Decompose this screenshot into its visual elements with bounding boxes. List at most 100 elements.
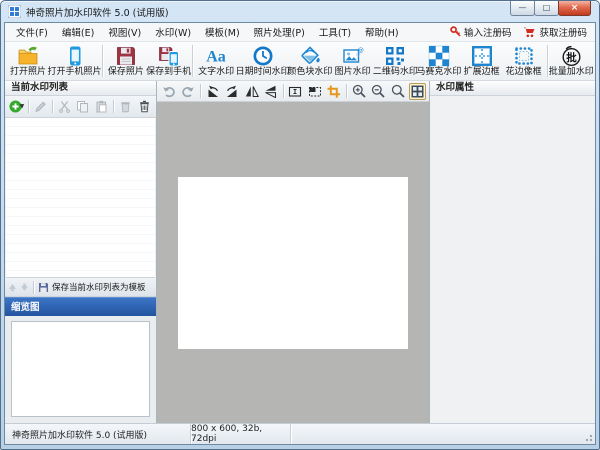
menu-file[interactable]: 文件(F) xyxy=(9,23,55,41)
pencil-icon xyxy=(35,101,46,113)
canvas-size-button[interactable] xyxy=(306,83,323,100)
delete-button[interactable] xyxy=(117,98,134,115)
menu-help[interactable]: 帮助(H) xyxy=(358,23,406,41)
rotate-right-icon xyxy=(227,85,237,97)
flip-vertical-button[interactable] xyxy=(262,83,279,100)
trash-icon xyxy=(140,100,149,113)
watermark-list[interactable] xyxy=(6,118,155,278)
resize-button[interactable] xyxy=(287,83,304,100)
toolbar-separator xyxy=(33,280,34,294)
register-links: 输入注册码 获取注册码 xyxy=(450,25,591,39)
image-watermark-button[interactable]: @ @ 图片水印 xyxy=(332,43,374,79)
text-watermark-button[interactable]: Aa 文字水印 xyxy=(195,43,237,79)
toolbar-separator xyxy=(102,45,103,77)
menu-watermark[interactable]: 水印(W) xyxy=(148,23,198,41)
add-watermark-button[interactable]: ▼ xyxy=(8,98,25,115)
zoom-in-button[interactable] xyxy=(350,83,367,100)
open-phone-photo-button[interactable]: 打开手机照片 xyxy=(47,43,102,79)
menu-photo-process[interactable]: 照片处理(P) xyxy=(247,23,312,41)
toolbar-separator xyxy=(192,45,194,77)
edit-watermark-button[interactable] xyxy=(32,98,49,115)
save-to-phone-label: 保存到手机 xyxy=(146,67,192,77)
datetime-watermark-label: 日期时间水印 xyxy=(235,67,290,77)
save-photo-button[interactable]: 保存照片 xyxy=(105,43,147,79)
undo-icon xyxy=(162,86,175,97)
crop-button[interactable] xyxy=(326,83,343,100)
status-image-info: 800 x 600, 32b, 72dpi xyxy=(191,424,291,444)
watermark-list-header: 当前水印列表 xyxy=(5,81,156,96)
delete-all-button[interactable] xyxy=(136,98,153,115)
cut-button[interactable] xyxy=(56,98,73,115)
fit-to-window-icon xyxy=(411,85,424,97)
flip-horizontal-icon xyxy=(245,85,259,97)
batch-watermark-icon: 批 xyxy=(562,46,581,67)
toolbar-separator xyxy=(27,100,29,113)
canvas-column xyxy=(157,81,429,423)
status-bar: 神奇照片加水印软件 5.0 (试用版) 800 x 600, 32b, 72dp… xyxy=(5,423,595,444)
enter-register-code-link[interactable]: 输入注册码 xyxy=(450,25,511,39)
menu-bar: 文件(F) 编辑(E) 视图(V) 水印(W) 模板(M) 照片处理(P) 工具… xyxy=(5,23,595,42)
rotate-left-button[interactable] xyxy=(204,83,221,100)
rotate-right-button[interactable] xyxy=(223,83,240,100)
menu-edit[interactable]: 编辑(E) xyxy=(55,23,101,41)
minimize-button[interactable]: — xyxy=(510,1,535,16)
datetime-watermark-button[interactable]: 日期时间水印 xyxy=(235,43,290,79)
open-phone-photo-label: 打开手机照片 xyxy=(47,67,102,77)
svg-text:@: @ xyxy=(356,51,361,57)
edit-toolbar xyxy=(157,81,429,102)
watermark-properties-panel: 水印属性 xyxy=(429,81,595,423)
zoom-out-button[interactable] xyxy=(370,83,387,100)
save-template-button[interactable]: 保存当前水印列表为模板 xyxy=(52,281,146,293)
resize-grip[interactable] xyxy=(583,432,593,442)
client-area: 文件(F) 编辑(E) 视图(V) 水印(W) 模板(M) 照片处理(P) 工具… xyxy=(4,22,596,445)
key-icon xyxy=(450,26,461,37)
app-window: 神奇照片加水印软件 5.0 (试用版) — □ × 文件(F) 编辑(E) 视图… xyxy=(0,0,600,450)
undo-button[interactable] xyxy=(160,83,177,100)
text-watermark-label: 文字水印 xyxy=(198,67,235,77)
photo-image[interactable] xyxy=(178,176,408,349)
down-arrow-icon[interactable] xyxy=(20,283,29,292)
batch-watermark-button[interactable]: 批 批量加水印 xyxy=(549,43,594,79)
maximize-button[interactable]: □ xyxy=(534,1,559,16)
save-to-phone-button[interactable]: 保存到手机 xyxy=(146,43,192,79)
scissors-icon xyxy=(58,101,70,113)
qrcode-watermark-button[interactable]: 二维码水印 xyxy=(373,43,418,79)
photo-canvas[interactable] xyxy=(157,102,429,423)
up-arrow-icon[interactable] xyxy=(8,283,17,292)
rotate-left-icon xyxy=(208,85,218,97)
flip-vertical-icon xyxy=(265,85,277,98)
save-to-phone-icon xyxy=(158,47,179,67)
extend-border-icon xyxy=(471,46,492,67)
watermark-properties-header: 水印属性 xyxy=(430,81,595,96)
resize-icon xyxy=(289,86,302,97)
window-controls: — □ × xyxy=(510,1,591,16)
mosaic-watermark-button[interactable]: 马赛克水印 xyxy=(416,43,461,79)
lace-frame-button[interactable]: 花边像框 xyxy=(503,43,545,79)
get-register-code-link[interactable]: 获取注册码 xyxy=(523,25,587,39)
recycle-bin-icon xyxy=(121,102,130,113)
color-block-watermark-button[interactable]: 颜色块水印 xyxy=(287,43,332,79)
flip-horizontal-button[interactable] xyxy=(243,83,260,100)
copy-button[interactable] xyxy=(75,98,92,115)
paste-icon xyxy=(96,100,107,113)
extend-border-label: 扩展边框 xyxy=(463,67,500,77)
qrcode-watermark-icon xyxy=(386,47,405,65)
redo-button[interactable] xyxy=(179,83,196,100)
thumbnail-header: 缩览图 xyxy=(5,297,156,316)
fit-to-window-button[interactable] xyxy=(408,82,426,100)
app-grid-icon[interactable] xyxy=(8,5,21,18)
datetime-watermark-icon xyxy=(253,46,273,66)
zoom-actual-size-button[interactable] xyxy=(389,83,406,100)
chevron-down-icon: ▼ xyxy=(19,103,25,110)
title-bar[interactable]: 神奇照片加水印软件 5.0 (试用版) — □ × xyxy=(4,1,596,22)
menu-view[interactable]: 视图(V) xyxy=(101,23,148,41)
extend-border-button[interactable]: 扩展边框 xyxy=(461,43,503,79)
paste-button[interactable] xyxy=(93,98,110,115)
menu-template[interactable]: 模板(M) xyxy=(198,23,247,41)
thumbnail-preview xyxy=(11,321,150,417)
open-photo-button[interactable]: 打开照片 xyxy=(7,43,49,79)
save-photo-icon xyxy=(116,47,135,65)
open-photo-icon xyxy=(18,46,38,65)
close-button[interactable]: × xyxy=(558,1,591,16)
menu-tools[interactable]: 工具(T) xyxy=(312,23,358,41)
